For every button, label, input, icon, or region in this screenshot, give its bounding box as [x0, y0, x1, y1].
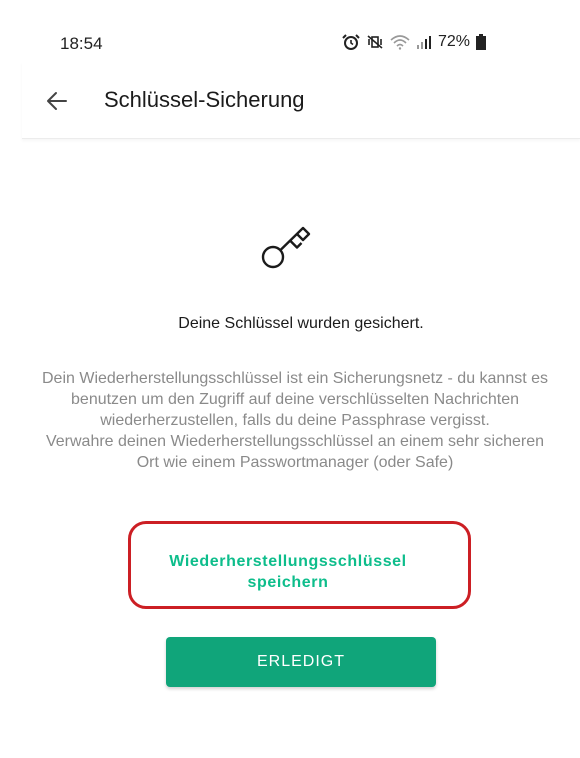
status-time: 18:54	[60, 34, 103, 53]
status-icons: 72%	[342, 32, 487, 52]
alarm-icon	[342, 34, 360, 50]
key-icon	[261, 226, 311, 269]
description-storage-advice: Verwahre deinen Wiederherstellungsschlüs…	[45, 433, 545, 471]
wifi-icon	[390, 34, 410, 50]
back-button[interactable]	[44, 88, 70, 114]
backup-success-headline: Deine Schlüssel wurden gesichert.	[178, 315, 424, 332]
battery-percentage: 72%	[438, 33, 471, 50]
description-safety-net: Dein Wiederherstellungsschlüssel ist ein…	[41, 370, 549, 429]
battery-icon	[476, 34, 487, 50]
status-bar: 18:54 72%	[22, 22, 580, 62]
backup-description: Dein Wiederherstellungsschlüssel ist ein…	[36, 368, 554, 473]
mute-vibrate-icon	[366, 34, 384, 50]
arrow-left-icon	[47, 92, 67, 110]
signal-icon	[416, 34, 432, 50]
highlight-annotation	[128, 521, 471, 609]
app-bar: Schlüssel-Sicherung	[22, 62, 580, 139]
done-button[interactable]: ERLEDIGT	[166, 637, 436, 687]
page-title: Schlüssel-Sicherung	[104, 87, 305, 112]
